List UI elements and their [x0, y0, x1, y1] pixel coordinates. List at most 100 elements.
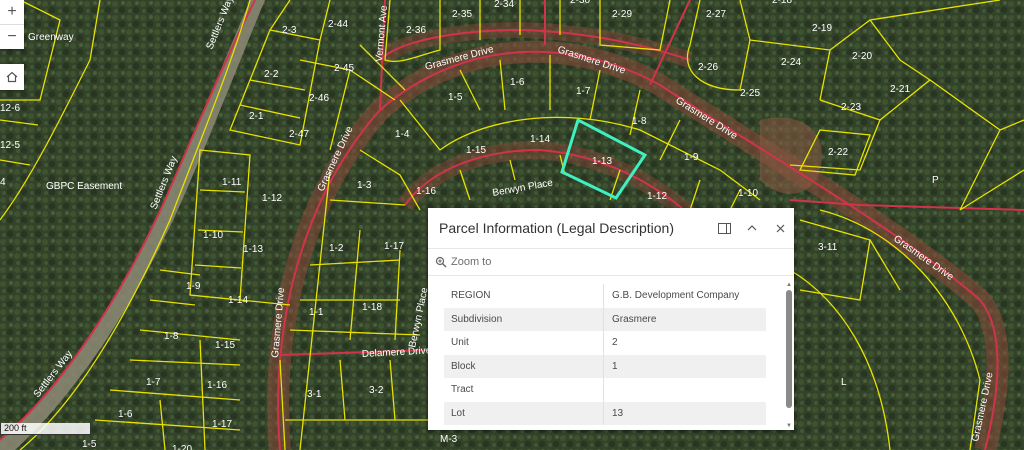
parcel-label: 1-9 — [186, 281, 201, 292]
parcel-label: 2-3 — [282, 25, 297, 36]
close-icon — [776, 224, 784, 232]
field-name: Tract — [444, 378, 604, 402]
parcel-label: 1-17 — [384, 241, 404, 252]
parcel-label: 1-5 — [448, 92, 463, 103]
parcel-label: 2-22 — [828, 147, 848, 158]
parcel-label: 2-26 — [698, 62, 718, 73]
field-name: REGION — [444, 284, 604, 308]
dock-button[interactable] — [710, 214, 738, 242]
parcel-label: 1-6 — [510, 77, 525, 88]
table-row: Tract — [444, 378, 766, 402]
parcel-label: 1-1 — [309, 307, 324, 318]
scroll-up-icon[interactable]: ▲ — [785, 282, 793, 289]
parcel-label: 12-5 — [0, 140, 20, 151]
zoom-controls: + − — [0, 0, 24, 49]
home-button[interactable] — [0, 64, 24, 90]
field-value: 13 — [612, 407, 624, 419]
field-value: 2 — [612, 337, 618, 349]
table-row: REGION G.B. Development Company — [444, 284, 766, 308]
parcel-label: 2-1 — [249, 111, 264, 122]
parcel-label: 2-2 — [264, 69, 279, 80]
field-value: G.B. Development Company — [612, 290, 740, 302]
parcel-label: 2-47 — [289, 129, 309, 140]
parcel-label: 1-12 — [647, 191, 667, 202]
parcel-label: 1-8 — [164, 331, 179, 342]
parcel-label: 2-29 — [612, 9, 632, 20]
field-value: Grasmere — [612, 313, 657, 325]
parcel-label: 1-5 — [82, 439, 97, 450]
parcel-label: 2-21 — [890, 84, 910, 95]
parcel-label: 1-16 — [207, 380, 227, 391]
field-name: Subdivision — [444, 307, 604, 331]
parcel-label: 1-13 — [243, 244, 263, 255]
field-value: 1 — [612, 360, 618, 372]
zoom-to-icon — [435, 256, 447, 268]
label-gbpc-easement: GBPC Easement — [46, 181, 122, 192]
parcel-label: 2-44 — [328, 19, 348, 30]
parcel-label: 1-17 — [212, 419, 232, 430]
parcel-label: 1-20 — [172, 444, 192, 450]
parcel-label: 2-18 — [772, 0, 792, 6]
parcel-label: 2-24 — [781, 57, 801, 68]
popup-header: Parcel Information (Legal Description) — [428, 208, 794, 248]
scroll-thumb[interactable] — [786, 290, 792, 408]
field-name: Lot — [444, 401, 604, 425]
parcel-label: 1-7 — [146, 377, 161, 388]
parcel-label: 1-15 — [466, 145, 486, 156]
field-name: Unit — [444, 331, 604, 355]
zoom-to-label: Zoom to — [451, 256, 492, 268]
parcel-label: 1-12 — [262, 193, 282, 204]
parcel-label: 1-9 — [684, 152, 699, 163]
zoom-to-action[interactable]: Zoom to — [428, 248, 794, 276]
scale-bar: 200 ft — [0, 423, 91, 435]
parcel-label: 3-2 — [369, 385, 384, 396]
table-row: Subdivision Grasmere — [444, 307, 766, 331]
table-row: Lot 13 — [444, 401, 766, 425]
collapse-button[interactable] — [738, 214, 766, 242]
popup-title: Parcel Information (Legal Description) — [439, 220, 674, 236]
label-greenway: Greenway — [28, 32, 74, 43]
label-l: L — [841, 377, 847, 388]
parcel-label: 1-11 — [222, 177, 242, 188]
parcel-label: 1-10 — [203, 230, 223, 241]
table-row: Unit 2 — [444, 331, 766, 355]
parcel-label: 1-10 — [738, 188, 758, 199]
parcel-label: 4 — [0, 177, 6, 188]
parcel-label: 2-30 — [570, 0, 590, 6]
parcel-label: 3-11 — [818, 242, 838, 253]
zoom-in-button[interactable]: + — [0, 0, 24, 25]
parcel-label: 2-19 — [812, 23, 832, 34]
parcel-label: 1-18 — [362, 302, 382, 313]
zoom-out-button[interactable]: − — [0, 25, 24, 49]
parcel-label: 1-13 — [592, 156, 612, 167]
parcel-label: 1-4 — [395, 129, 410, 140]
parcel-label: 2-46 — [309, 93, 329, 104]
parcel-label: 2-20 — [852, 51, 872, 62]
parcel-label: 2-36 — [406, 25, 426, 36]
scroll-down-icon[interactable]: ▼ — [785, 423, 793, 430]
chevron-up-icon — [747, 225, 757, 231]
parcel-label: 1-2 — [329, 243, 344, 254]
parcel-info-popup: Parcel Information (Legal Description) Z… — [428, 208, 794, 430]
field-name: Block — [444, 354, 604, 378]
parcel-label: 3-1 — [307, 389, 322, 400]
home-icon — [6, 71, 18, 83]
parcel-label: 2-34 — [494, 0, 514, 10]
parcel-label: 1-7 — [576, 86, 591, 97]
dock-icon — [717, 222, 731, 234]
table-row: Block 1 — [444, 354, 766, 378]
parcel-label: 2-25 — [740, 88, 760, 99]
attribute-table: REGION G.B. Development Company Subdivisi… — [444, 284, 766, 425]
parcel-label: 1-6 — [118, 409, 133, 420]
parcel-label: 1-16 — [416, 186, 436, 197]
parcel-label: 2-45 — [334, 63, 354, 74]
close-button[interactable] — [766, 214, 794, 242]
parcel-label: 1-14 — [530, 134, 550, 145]
parcel-label: 2-27 — [706, 9, 726, 20]
popup-scrollbar[interactable]: ▲ ▼ — [785, 282, 793, 430]
parcel-label: 2-35 — [452, 9, 472, 20]
label-m3: M-3 — [440, 434, 458, 445]
parcel-label: 1-15 — [215, 340, 235, 351]
label-p: P — [932, 175, 939, 186]
parcel-label: 12-6 — [0, 103, 20, 114]
